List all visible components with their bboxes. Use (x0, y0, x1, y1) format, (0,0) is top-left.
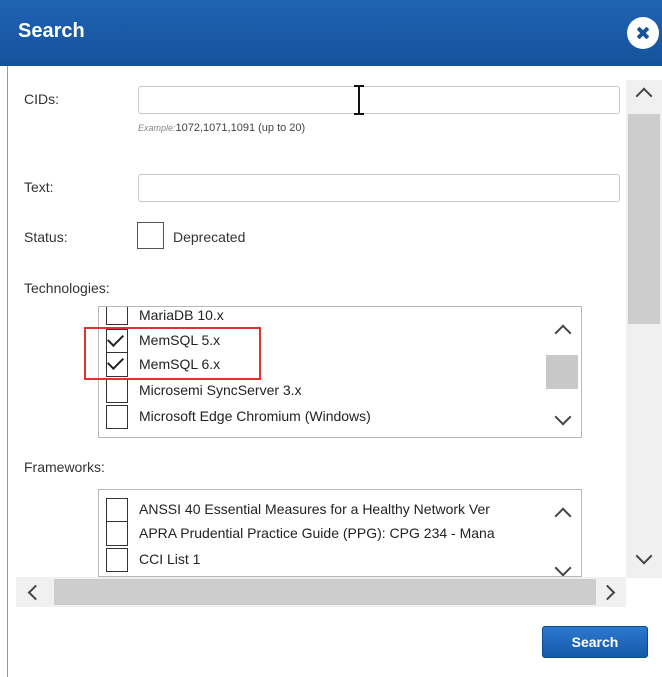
dialog-titlebar: Search (0, 0, 662, 66)
scrollbar-thumb[interactable] (54, 579, 596, 605)
dialog-title: Search (18, 20, 85, 42)
scroll-left-icon[interactable] (27, 584, 44, 601)
scroll-down-icon[interactable] (554, 408, 572, 426)
framework-label: ANSSI 40 Essential Measures for a Health… (139, 501, 490, 517)
scroll-right-icon[interactable] (599, 584, 616, 601)
framework-checkbox[interactable] (106, 498, 128, 522)
status-label: Status: (24, 229, 68, 245)
list-item[interactable]: Microsoft Edge Chromium (Windows) (99, 405, 539, 429)
frameworks-scrollbar[interactable] (545, 490, 579, 576)
search-button[interactable]: Search (542, 626, 648, 658)
list-item[interactable]: ANSSI 40 Essential Measures for a Health… (99, 498, 545, 522)
cids-input[interactable] (138, 86, 620, 114)
technologies-scrollbar[interactable] (545, 307, 579, 437)
main-horizontal-scrollbar[interactable] (16, 577, 626, 607)
scrollbar-thumb[interactable] (628, 114, 660, 324)
cids-label: CIDs: (24, 91, 59, 107)
scroll-down-icon[interactable] (635, 547, 653, 565)
cids-hint-example: Example: (138, 123, 176, 133)
text-input[interactable] (138, 174, 620, 202)
technology-checkbox[interactable] (106, 405, 128, 429)
framework-label: APRA Prudential Practice Guide (PPG): CP… (139, 525, 495, 541)
technologies-label: Technologies: (24, 280, 110, 296)
list-item[interactable]: APRA Prudential Practice Guide (PPG): CP… (99, 522, 545, 546)
cids-hint-text: 1072,1071,1091 (up to 20) (175, 122, 306, 134)
list-item[interactable]: Microsemi SyncServer 3.x (99, 379, 539, 403)
technology-checkbox[interactable] (106, 379, 128, 403)
technology-label: Microsoft Edge Chromium (Windows) (139, 408, 371, 424)
main-vertical-scrollbar[interactable] (626, 80, 662, 578)
cids-hint: Example:1072,1071,1091 (up to 20) (138, 122, 305, 134)
deprecated-label: Deprecated (173, 229, 246, 245)
search-dialog: Search CIDs: Example:1072,1071,1091 (up … (0, 0, 662, 677)
scroll-up-icon[interactable] (554, 507, 572, 525)
technology-label: Microsemi SyncServer 3.x (139, 382, 302, 398)
framework-checkbox[interactable] (106, 522, 128, 546)
text-label: Text: (24, 179, 54, 195)
text-cursor-icon (352, 85, 366, 115)
scrollbar-thumb[interactable] (546, 355, 578, 389)
technology-label: MariaDB 10.x (139, 307, 224, 323)
frameworks-label: Frameworks: (24, 459, 105, 475)
frameworks-list: ANSSI 40 Essential Measures for a Health… (98, 489, 582, 577)
list-item[interactable]: CCI List 1 (99, 548, 545, 572)
close-icon[interactable] (627, 17, 659, 49)
scroll-down-icon[interactable] (554, 559, 572, 576)
technology-checkbox[interactable] (106, 307, 128, 325)
scroll-up-icon[interactable] (635, 87, 653, 105)
deprecated-checkbox[interactable] (137, 222, 164, 249)
scroll-up-icon[interactable] (554, 324, 572, 342)
framework-checkbox[interactable] (106, 548, 128, 572)
selection-highlight (84, 327, 261, 380)
framework-label: CCI List 1 (139, 551, 201, 567)
